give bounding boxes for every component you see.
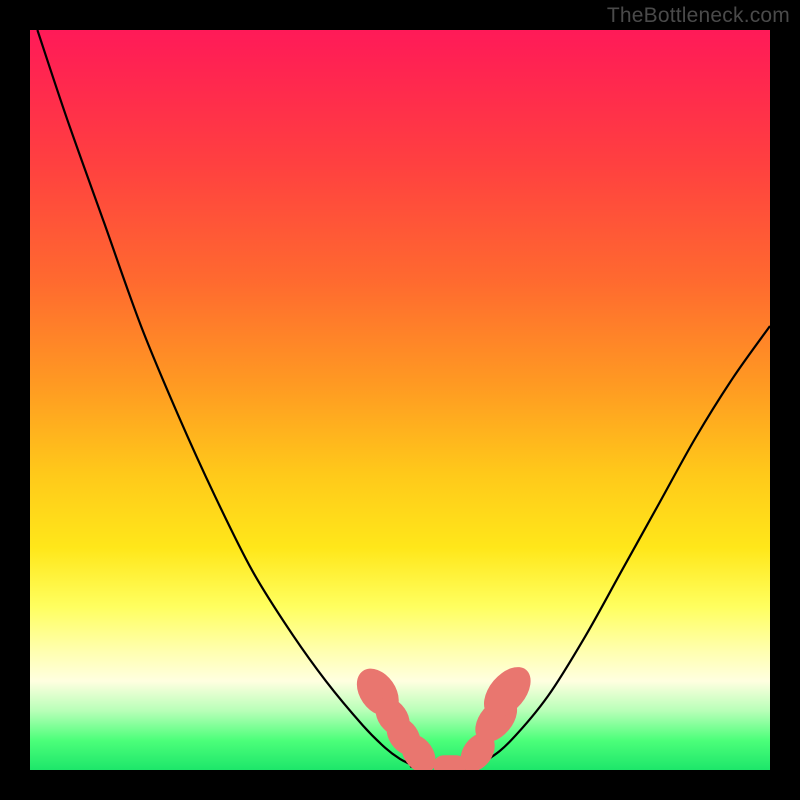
curve-svg <box>30 30 770 770</box>
plot-area <box>30 30 770 770</box>
curve-marker-capsule <box>433 755 466 770</box>
chart-frame: TheBottleneck.com <box>0 0 800 800</box>
bottleneck-curve <box>37 30 770 767</box>
watermark-text: TheBottleneck.com <box>607 4 790 28</box>
